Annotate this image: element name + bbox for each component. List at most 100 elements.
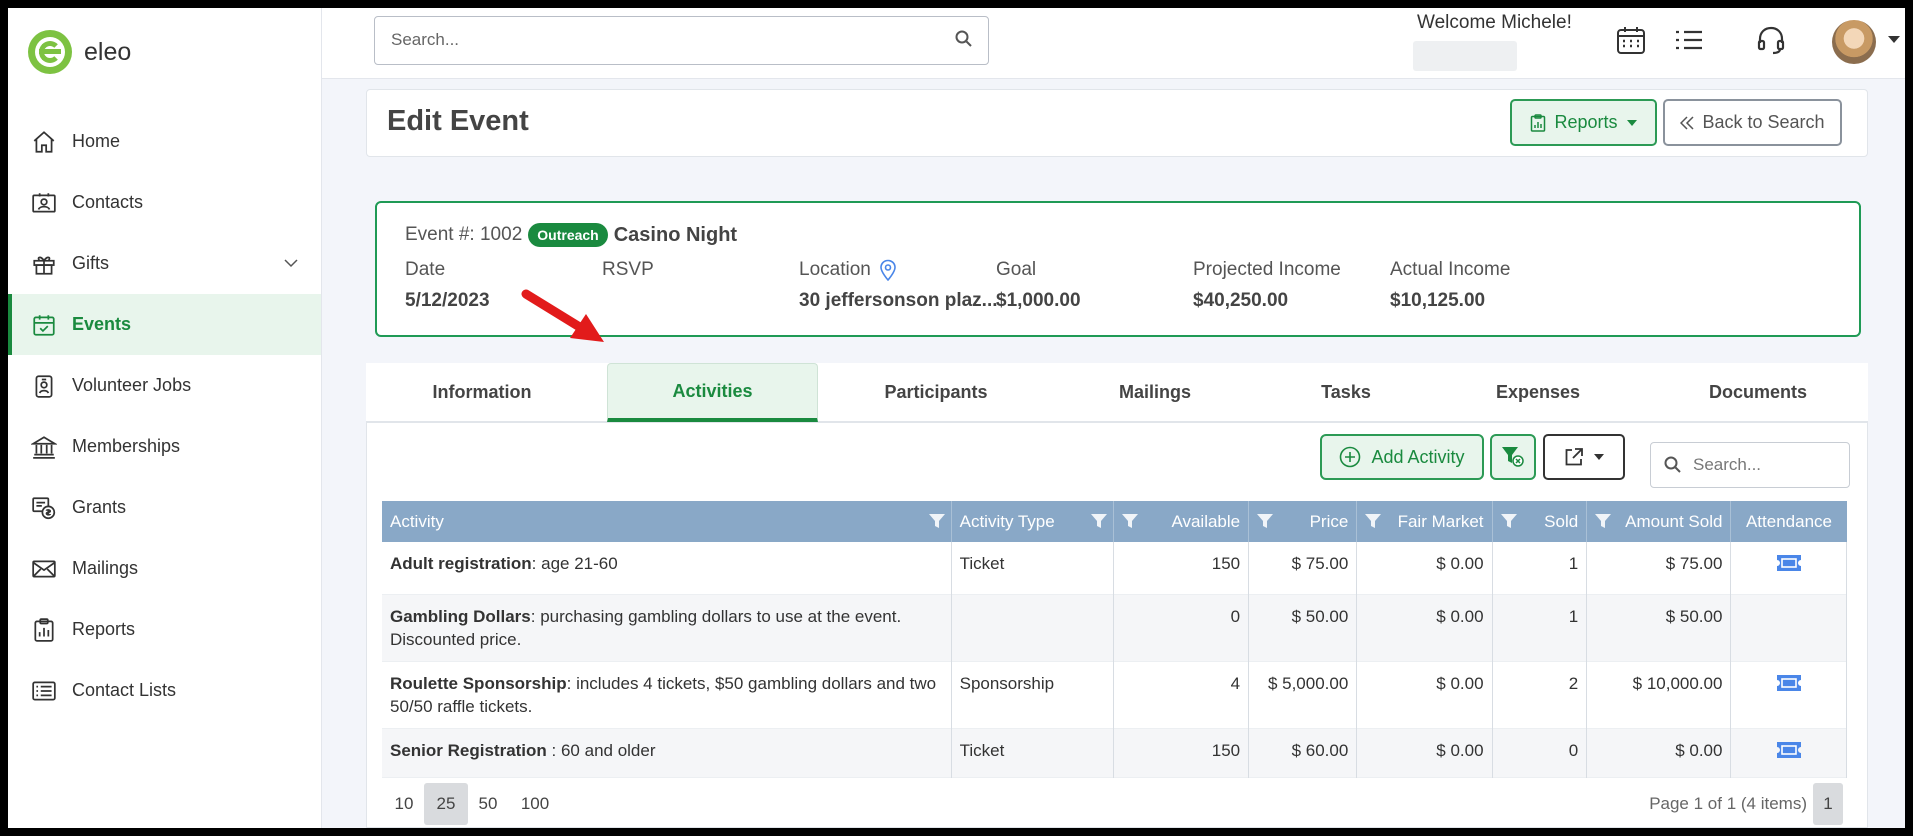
activity-name[interactable]: Adult registration (390, 554, 532, 573)
logo[interactable]: eleo (28, 30, 131, 74)
fair-market-cell: $ 0.00 (1356, 594, 1493, 661)
tab-expenses[interactable]: Expenses (1428, 363, 1648, 422)
sidebar-item-mailings[interactable]: Mailings (8, 538, 321, 599)
fair-market-cell: $ 0.00 (1356, 728, 1493, 777)
sidebar-item-grants[interactable]: Grants (8, 477, 321, 538)
tab-participants[interactable]: Participants (826, 363, 1046, 422)
headset-icon[interactable] (1753, 22, 1789, 58)
page-size-50[interactable]: 50 (466, 783, 510, 825)
filter-icon[interactable] (1257, 513, 1274, 534)
event-field-goal: Goal $1,000.00 (996, 259, 1081, 312)
activity-name[interactable]: Senior Registration (390, 741, 547, 760)
filter-icon[interactable] (1121, 513, 1138, 534)
user-avatar[interactable] (1832, 20, 1876, 64)
page-size-100[interactable]: 100 (510, 783, 560, 825)
calendar-icon[interactable] (1613, 22, 1649, 58)
table-row[interactable]: Roulette Sponsorship: includes 4 tickets… (382, 661, 1847, 728)
tab-activities[interactable]: Activities (607, 363, 818, 422)
export-dropdown-button[interactable] (1543, 434, 1625, 480)
filter-clear-icon (1501, 446, 1525, 468)
map-pin-icon[interactable] (879, 259, 897, 281)
filter-icon[interactable] (1090, 513, 1107, 534)
sidebar-item-label: Events (72, 314, 132, 334)
column-label: Activity (390, 511, 444, 531)
filter-icon[interactable] (1365, 513, 1382, 534)
envelope-icon (30, 555, 58, 583)
sidebar-item-label: Memberships (72, 436, 181, 456)
sidebar-item-home[interactable]: Home (8, 111, 321, 172)
column-label: Activity Type (959, 511, 1055, 531)
sidebar-item-contact-lists[interactable]: Contact Lists (8, 660, 321, 721)
sidebar-item-events[interactable]: Events (8, 294, 321, 355)
tab-information[interactable]: Information (366, 363, 598, 422)
tab-mailings[interactable]: Mailings (1046, 363, 1264, 422)
task-list-icon[interactable] (1671, 22, 1707, 58)
tab-documents[interactable]: Documents (1648, 363, 1868, 422)
add-activity-label: Add Activity (1371, 446, 1465, 467)
page-size-25[interactable]: 25 (424, 783, 468, 825)
gift-icon (30, 250, 58, 278)
filter-icon[interactable] (928, 513, 945, 534)
add-activity-button[interactable]: Add Activity (1320, 434, 1484, 480)
page-button-1[interactable]: 1 (1813, 783, 1843, 825)
filter-icon[interactable] (1500, 513, 1517, 534)
pager-info: Page 1 of 1 (4 items) (1649, 794, 1807, 813)
column-label: Amount Sold (1625, 511, 1723, 531)
column-header-price[interactable]: Price (1248, 501, 1358, 542)
page-size-10[interactable]: 10 (382, 783, 426, 825)
activity-name[interactable]: Gambling Dollars (390, 607, 531, 626)
column-header-attendance[interactable]: Attendance (1731, 501, 1847, 542)
field-label: Actual Income (1390, 259, 1511, 280)
top-bar: Welcome Michele! (322, 8, 1905, 79)
clipboard-chart-icon (30, 616, 58, 644)
search-icon[interactable] (954, 29, 974, 54)
available-cell: 150 (1113, 728, 1250, 777)
activity-type-cell: Ticket (951, 728, 1114, 777)
sidebar-item-volunteer-jobs[interactable]: Volunteer Jobs (8, 355, 321, 416)
caret-down-icon[interactable] (1888, 36, 1900, 43)
tab-tasks[interactable]: Tasks (1264, 363, 1428, 422)
ticket-icon[interactable] (1775, 555, 1803, 578)
activity-name[interactable]: Roulette Sponsorship (390, 674, 567, 693)
column-header-activity[interactable]: Activity (382, 501, 952, 542)
sidebar: eleo Home Contacts Gifts Events Voluntee… (8, 8, 322, 828)
redacted-user-info (1413, 41, 1517, 71)
attendance-cell (1730, 542, 1847, 594)
column-header-sold[interactable]: Sold (1492, 501, 1588, 542)
clear-filter-button[interactable] (1490, 434, 1536, 480)
sidebar-item-contacts[interactable]: Contacts (8, 172, 321, 233)
event-field-location: Location 30 jeffersonson plaz... (799, 259, 998, 312)
table-row[interactable]: Gambling Dollars: purchasing gambling do… (382, 594, 1847, 661)
column-header-activity-type[interactable]: Activity Type (951, 501, 1114, 542)
column-header-fair-market[interactable]: Fair Market (1356, 501, 1493, 542)
amount-sold-cell: $ 0.00 (1586, 728, 1732, 777)
table-row[interactable]: Senior Registration : 60 and older Ticke… (382, 728, 1847, 777)
activity-type-cell: Sponsorship (951, 661, 1114, 728)
chevron-down-icon[interactable] (283, 255, 299, 276)
activity-cell: Senior Registration : 60 and older (382, 728, 952, 777)
global-search-input[interactable] (375, 17, 915, 63)
activity-description: : age 21-60 (531, 554, 618, 573)
filter-icon[interactable] (1595, 513, 1612, 534)
grant-icon (30, 494, 58, 522)
sidebar-item-gifts[interactable]: Gifts (8, 233, 321, 294)
attendance-cell (1730, 728, 1847, 777)
available-cell: 4 (1113, 661, 1250, 728)
event-heading: Event #: 1002 Outreach Casino Night (405, 223, 737, 247)
column-label: Fair Market (1397, 511, 1484, 531)
ticket-icon[interactable] (1775, 741, 1803, 765)
reports-dropdown-button[interactable]: Reports (1510, 99, 1657, 146)
column-header-amount-sold[interactable]: Amount Sold (1586, 501, 1732, 542)
table-row[interactable]: Adult registration: age 21-60 Ticket 150… (382, 542, 1847, 594)
column-header-available[interactable]: Available (1113, 501, 1250, 542)
back-to-search-button[interactable]: Back to Search (1663, 99, 1842, 146)
sidebar-item-label: Gifts (72, 253, 110, 273)
sidebar-item-memberships[interactable]: Memberships (8, 416, 321, 477)
sidebar-item-reports[interactable]: Reports (8, 599, 321, 660)
activities-table: Activity Activity Type Available Price F… (382, 501, 1847, 778)
sidebar-item-label: Volunteer Jobs (72, 375, 192, 395)
table-header-row: Activity Activity Type Available Price F… (382, 501, 1847, 542)
fair-market-cell: $ 0.00 (1356, 542, 1493, 594)
ticket-icon[interactable] (1775, 674, 1803, 698)
search-icon (1663, 455, 1683, 480)
